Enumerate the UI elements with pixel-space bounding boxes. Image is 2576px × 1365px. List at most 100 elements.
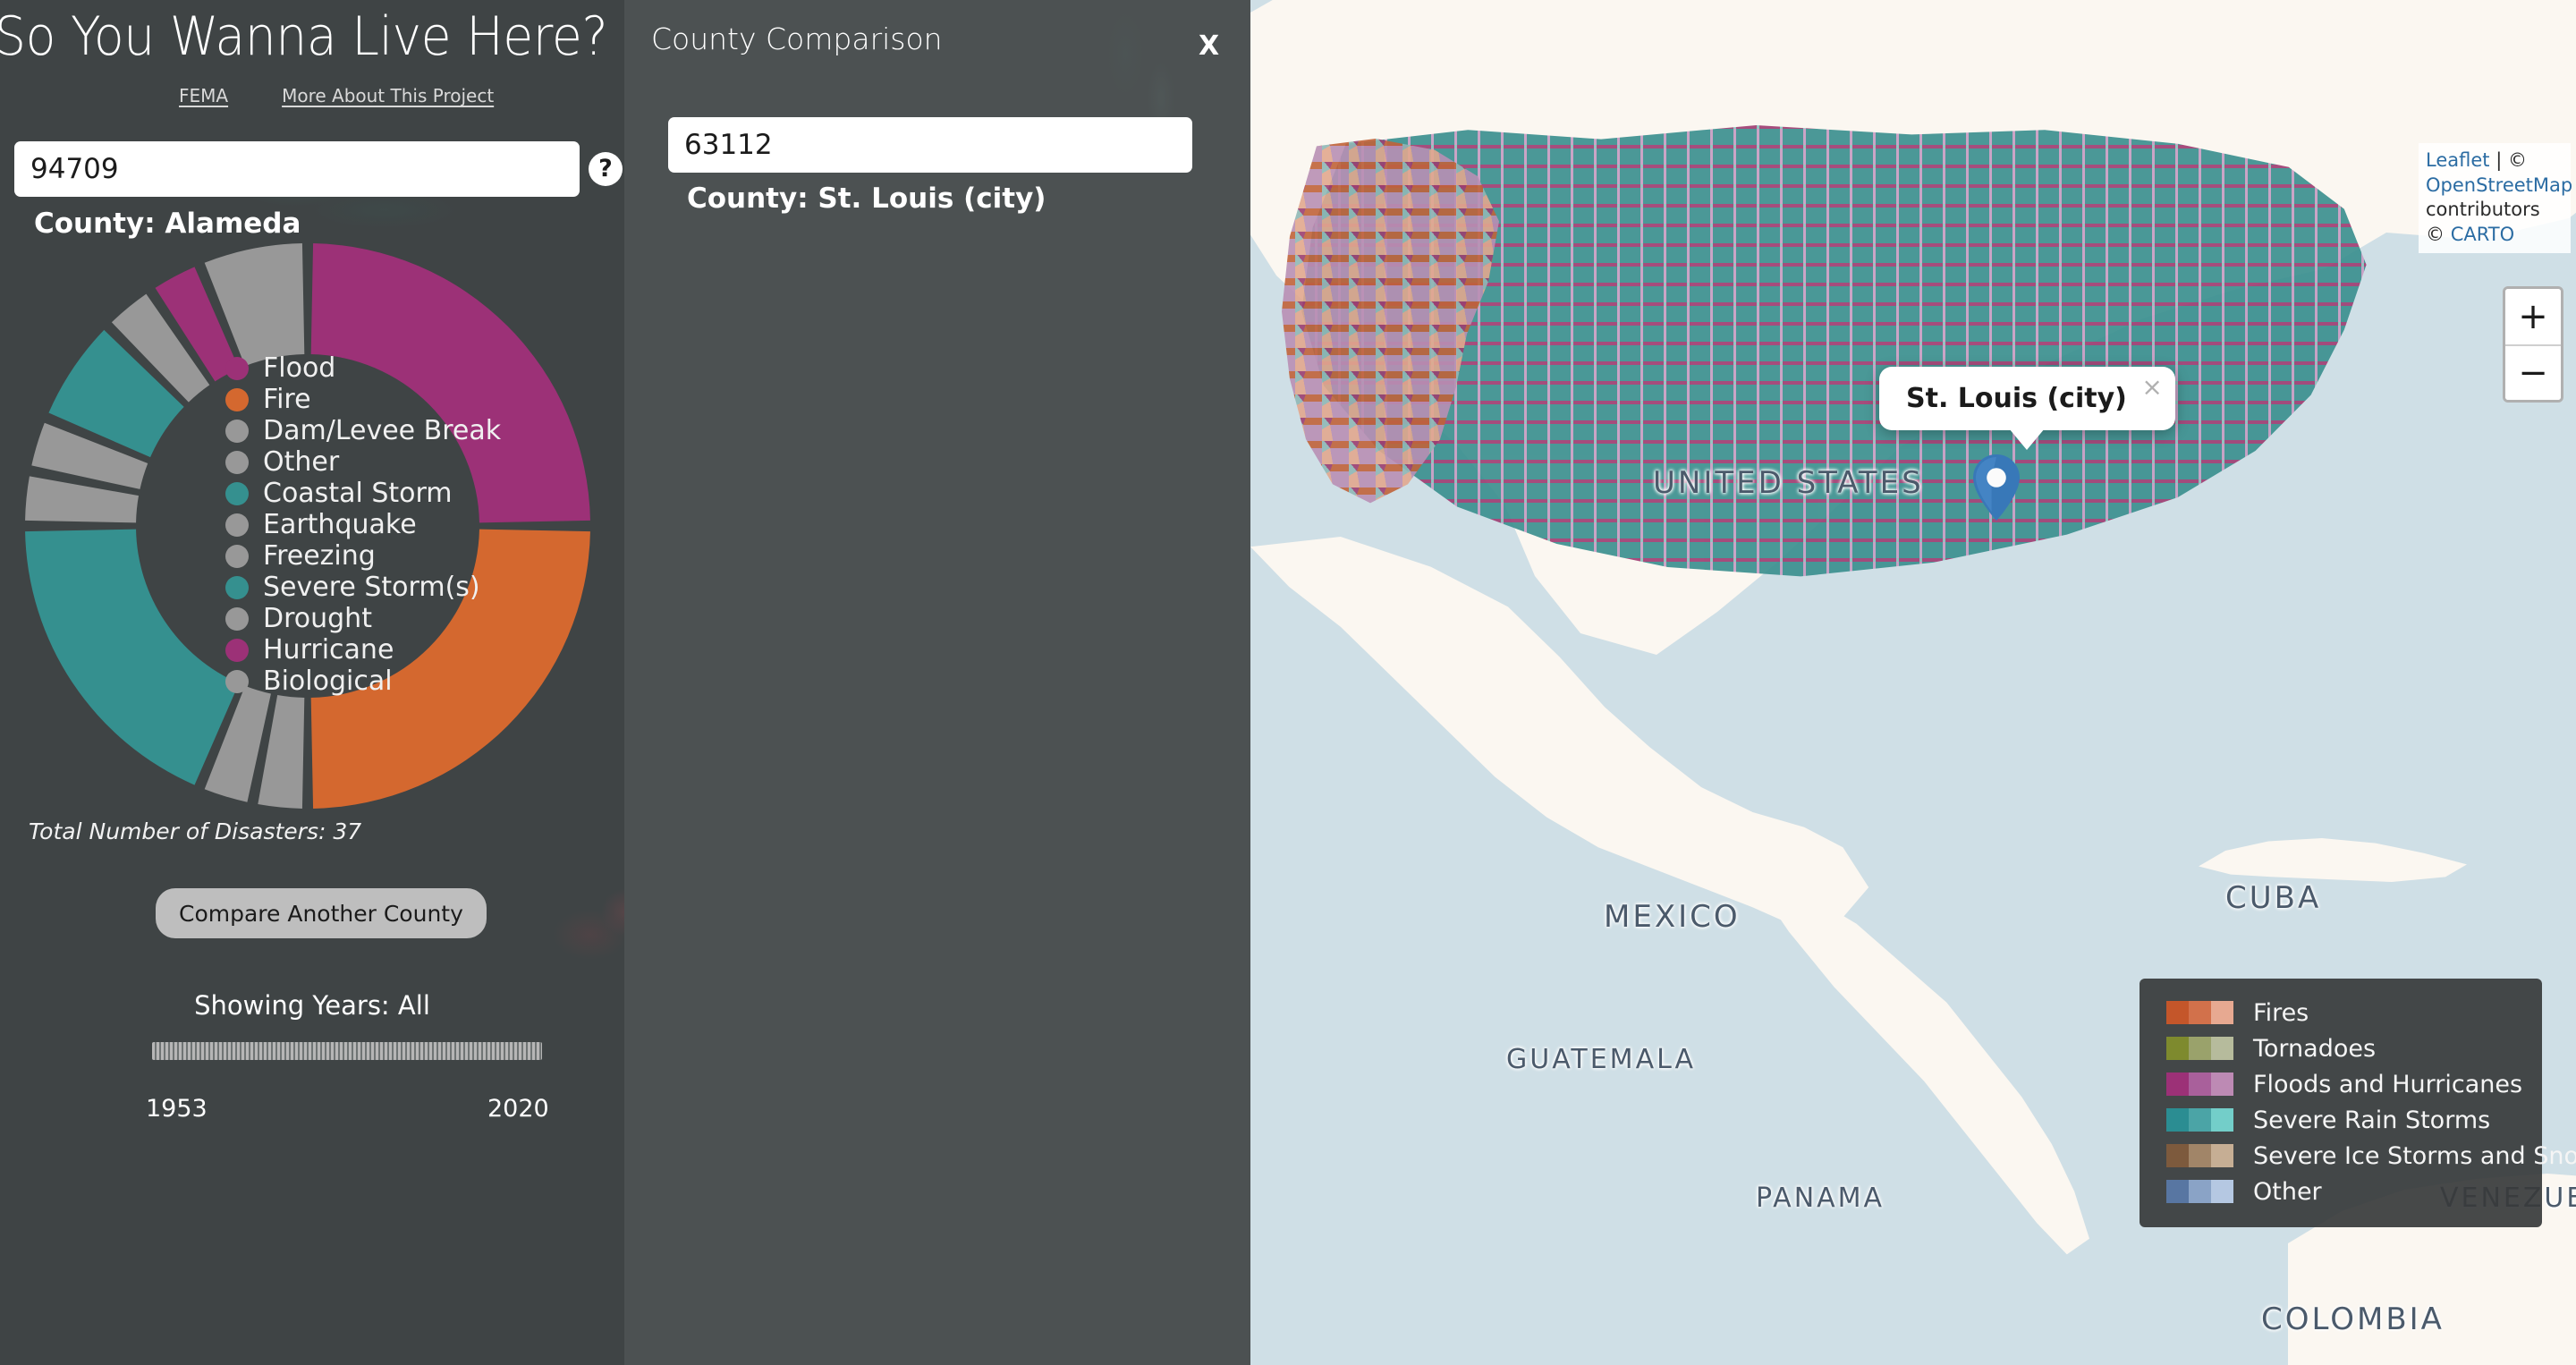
compare-panel: County Comparison X County: St. Louis (c… [624,0,1250,1365]
compare-another-county-button[interactable]: Compare Another County [156,888,487,938]
county-name-primary: County: Alameda [34,208,301,240]
country-label-panama: PANAMA [1756,1183,1885,1214]
swatch-step [2211,1037,2233,1060]
map-zoom-controls: + − [2503,286,2563,403]
legend-swatch-icon [225,356,249,380]
legend-item[interactable]: Coastal Storm [225,478,501,509]
country-label-guatemala: GUATEMALA [1506,1044,1697,1075]
map-popup-title: St. Louis (city) [1906,383,2127,414]
map-legend-swatch-icon [2166,1037,2233,1060]
map-legend-swatch-icon [2166,1001,2233,1024]
legend-label: Drought [263,603,372,634]
swatch-step [2211,1180,2233,1203]
legend-label: Earthquake [263,509,417,540]
map-popup[interactable]: St. Louis (city) × [1879,367,2175,450]
year-min-label: 1953 [146,1095,208,1123]
legend-swatch-icon [225,638,249,662]
leaflet-link[interactable]: Leaflet [2426,149,2490,171]
swatch-step [2189,1108,2211,1132]
map-attribution: Leaflet | © OpenStreetMap contributors ©… [2419,143,2572,253]
popup-close-icon[interactable]: × [2141,372,2162,402]
legend-swatch-icon [225,669,249,693]
legend-item[interactable]: Biological [225,666,501,697]
map-legend-label: Floods and Hurricanes [2253,1070,2523,1098]
swatch-step [2189,1180,2211,1203]
legend-label: Freezing [263,540,376,572]
legend-item[interactable]: Freezing [225,540,501,572]
fema-link[interactable]: FEMA [179,85,228,106]
map-legend-item[interactable]: Severe Ice Storms and Snow [2166,1138,2576,1174]
map-legend-label: Fires [2253,998,2309,1027]
legend-label: Severe Storm(s) [263,572,480,603]
showing-years-label: Showing Years: All [194,990,430,1021]
legend-label: Hurricane [263,634,394,666]
legend-swatch-icon [225,450,249,474]
legend-swatch-icon [225,513,249,537]
zip-search-row: ? [14,141,623,197]
map-legend-item[interactable]: Tornadoes [2166,1030,2522,1066]
legend-label: Other [263,446,340,478]
legend-swatch-icon [225,387,249,411]
legend-label: Fire [263,384,311,415]
year-range-slider[interactable] [152,1042,542,1060]
legend-swatch-icon [225,481,249,505]
map-legend-swatch-icon [2166,1108,2233,1132]
legend-item[interactable]: Other [225,446,501,478]
compare-zip-input[interactable] [668,117,1192,173]
map-legend-item[interactable]: Other [2166,1174,2522,1209]
swatch-step [2166,1108,2189,1132]
swatch-step [2166,1001,2189,1024]
legend-swatch-icon [225,606,249,631]
top-nav: FEMA More About This Project [179,85,494,106]
swatch-step [2166,1180,2189,1203]
map-legend: Fires Tornadoes Floods and Hurricanes Sever… [2140,979,2576,1227]
map-legend-label: Other [2253,1177,2322,1206]
attrib-copyright-1: © [2507,149,2527,171]
landmass-central-america [1751,877,2089,1255]
legend-label: Coastal Storm [263,478,453,509]
map-legend-item[interactable]: Severe Rain Storms [2166,1102,2522,1138]
legend-item[interactable]: Flood [225,352,501,384]
total-disasters-primary: Total Number of Disasters: 37 [29,818,362,844]
legend-swatch-icon [225,544,249,568]
openstreetmap-link[interactable]: OpenStreetMap [2426,174,2572,196]
legend-item[interactable]: Fire [225,384,501,415]
carto-link[interactable]: CARTO [2451,224,2514,245]
map-legend-label: Tornadoes [2253,1034,2377,1063]
legend-swatch-icon [225,419,249,443]
map-legend-swatch-icon [2166,1072,2233,1096]
legend-item[interactable]: Earthquake [225,509,501,540]
swatch-step [2189,1001,2211,1024]
legend-item[interactable]: Drought [225,603,501,634]
swatch-step [2211,1001,2233,1024]
swatch-step [2166,1144,2189,1167]
page-title: So You Wanna Live Here? [0,5,608,68]
zoom-in-button[interactable]: + [2505,289,2561,344]
zoom-out-button[interactable]: − [2505,344,2561,400]
close-icon[interactable]: X [1199,30,1219,62]
zip-input[interactable] [14,141,580,197]
swatch-step [2166,1072,2189,1096]
legend-item[interactable]: Hurricane [225,634,501,666]
swatch-step [2211,1108,2233,1132]
swatch-step [2189,1037,2211,1060]
legend-item[interactable]: Severe Storm(s) [225,572,501,603]
attrib-separator: | [2496,149,2503,171]
help-icon[interactable]: ? [589,152,623,186]
donut-slice[interactable] [25,529,240,785]
more-about-link[interactable]: More About This Project [282,85,494,106]
map-legend-item[interactable]: Floods and Hurricanes [2166,1066,2522,1102]
donut-legend-primary: Flood Fire Dam/Levee Break Other Coastal Sto… [225,352,501,697]
swatch-step [2189,1144,2211,1167]
map-legend-item[interactable]: Fires [2166,995,2522,1030]
map-legend-label: Severe Rain Storms [2253,1106,2491,1134]
primary-panel: So You Wanna Live Here? FEMA More About … [0,0,624,1365]
country-label-mexico: MEXICO [1604,899,1741,935]
legend-swatch-icon [225,575,249,599]
map-legend-swatch-icon [2166,1144,2233,1167]
legend-label: Flood [263,352,336,384]
map-pin-icon[interactable] [1973,454,2020,521]
legend-item[interactable]: Dam/Levee Break [225,415,501,446]
county-name-compare: County: St. Louis (city) [687,182,1046,215]
swatch-step [2189,1072,2211,1096]
